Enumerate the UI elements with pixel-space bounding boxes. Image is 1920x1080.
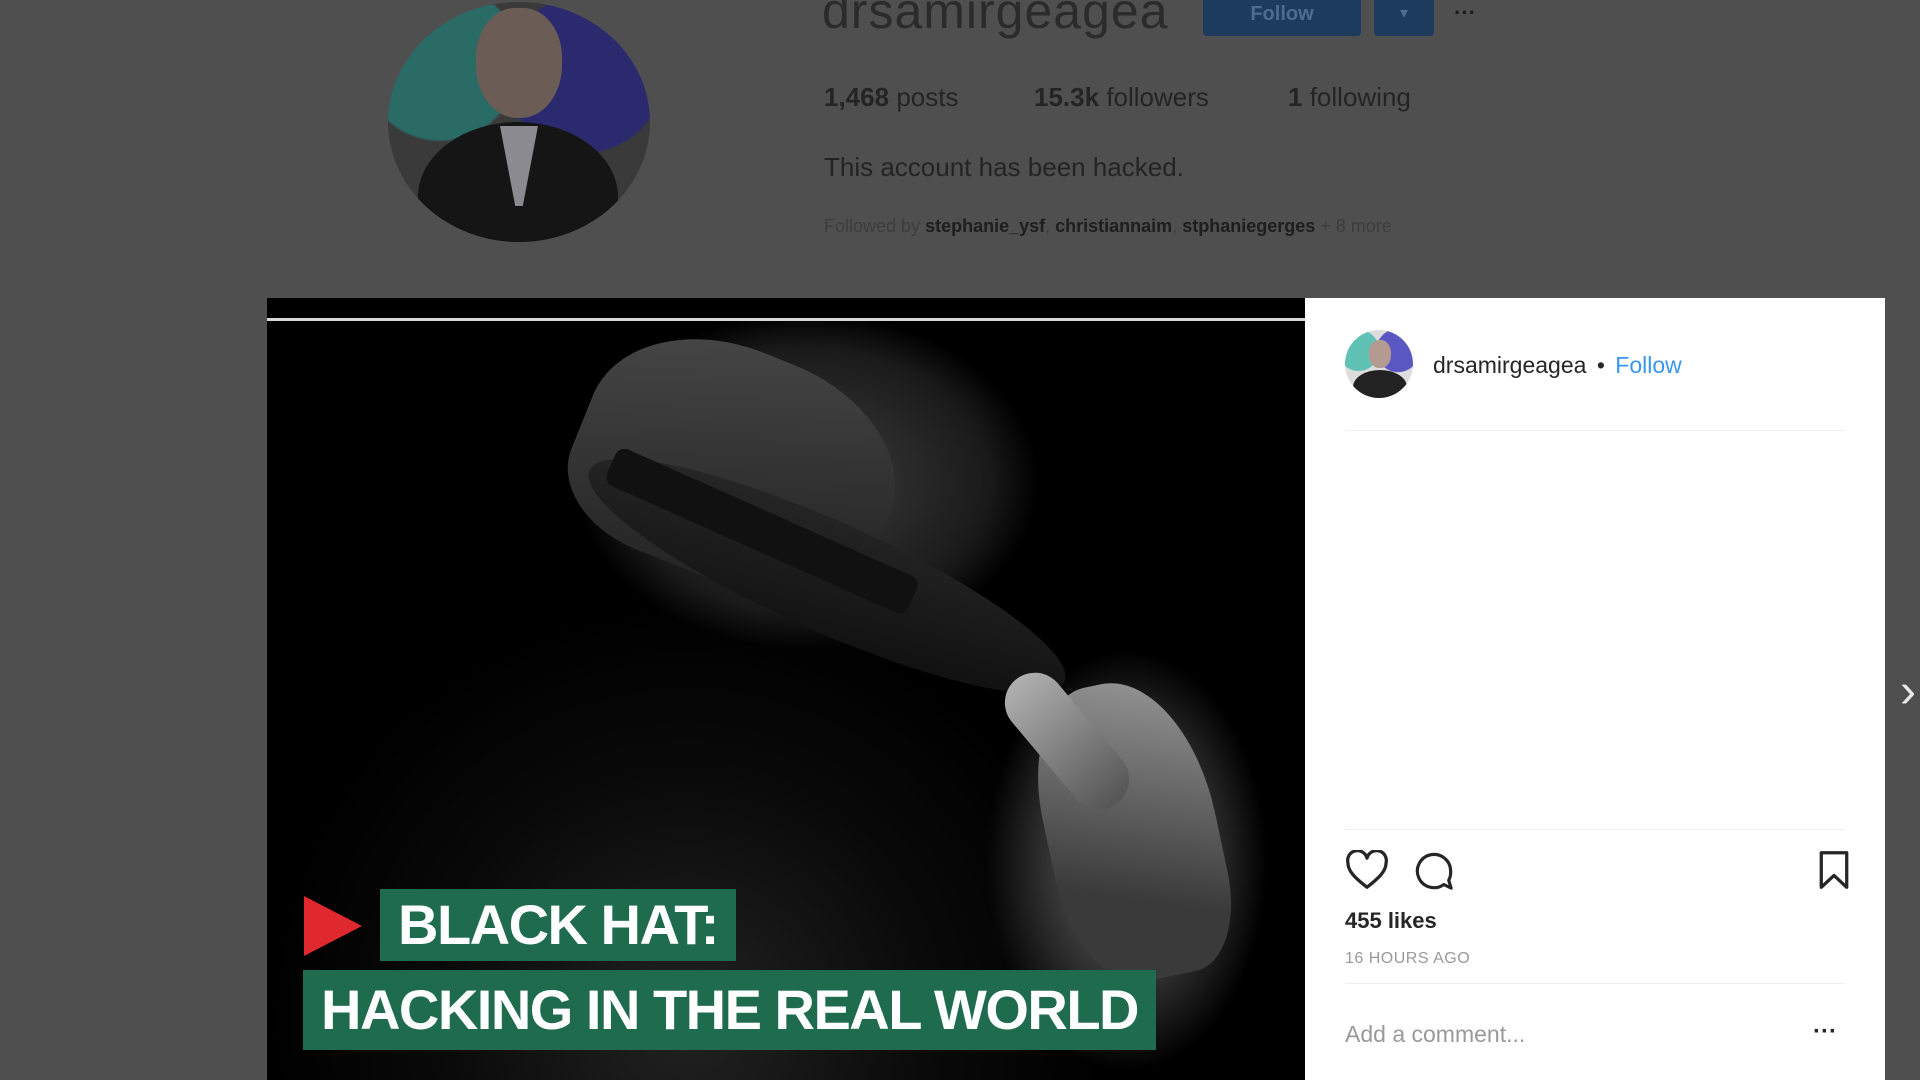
profile-bio: This account has been hacked. xyxy=(824,152,1184,182)
post-follow-link[interactable]: Follow xyxy=(1615,352,1681,378)
play-icon xyxy=(304,896,362,956)
post-image xyxy=(267,299,1305,1080)
post-modal: BLACK HAT: HACKING IN THE REAL WORLD drs… xyxy=(267,298,1885,1080)
posts-count: 1,468 posts xyxy=(824,82,958,113)
followers-count[interactable]: 15.3k followers xyxy=(1034,82,1209,113)
posts-number: 1,468 xyxy=(824,82,890,112)
post-author-avatar[interactable] xyxy=(1345,330,1413,398)
post-timestamp[interactable]: 16 HOURS AGO xyxy=(1345,950,1470,968)
banner-title-line1: BLACK HAT: xyxy=(380,889,736,961)
profile-follow-button[interactable]: Follow xyxy=(1203,0,1361,36)
posts-label: posts xyxy=(896,82,959,112)
post-more-options-icon[interactable]: ··· xyxy=(1813,1018,1837,1046)
add-comment-input[interactable] xyxy=(1345,1014,1765,1054)
profile-username: drsamirgeagea xyxy=(822,0,1169,39)
followed-by-user[interactable]: stphaniegerges xyxy=(1182,216,1315,236)
followed-by-prefix: Followed by xyxy=(824,216,921,236)
post-author-line: drsamirgeagea • Follow xyxy=(1433,352,1682,379)
followers-number: 15.3k xyxy=(1034,82,1100,112)
small-avatar-head xyxy=(1369,340,1391,368)
profile-avatar[interactable] xyxy=(388,2,650,242)
chevron-right-icon[interactable]: › xyxy=(1900,668,1916,716)
followed-by-user[interactable]: christiannaim xyxy=(1055,216,1172,236)
separator-dot: • xyxy=(1596,352,1605,378)
banner-title-line2: HACKING IN THE REAL WORLD xyxy=(303,970,1156,1050)
likes-count[interactable]: 455 likes xyxy=(1345,908,1437,934)
small-avatar-body xyxy=(1353,370,1407,398)
following-count[interactable]: 1 following xyxy=(1288,82,1411,113)
avatar-figure-head xyxy=(476,8,562,118)
profile-header: drsamirgeagea Follow ▾ ··· 1,468 posts 1… xyxy=(0,0,1920,300)
followed-by-user[interactable]: stephanie_ysf xyxy=(925,216,1045,236)
post-author-username[interactable]: drsamirgeagea xyxy=(1433,352,1586,378)
post-sidebar: drsamirgeagea • Follow 455 likes 16 HOUR… xyxy=(1305,298,1885,1080)
comment-divider xyxy=(1345,983,1845,984)
comment-icon[interactable] xyxy=(1413,850,1455,892)
header-divider xyxy=(1345,430,1845,431)
profile-more-options-icon[interactable]: ··· xyxy=(1454,0,1476,26)
followed-by-line: Followed by stephanie_ysf, christiannaim… xyxy=(824,216,1392,236)
followers-label: followers xyxy=(1106,82,1209,112)
post-media[interactable]: BLACK HAT: HACKING IN THE REAL WORLD xyxy=(267,298,1305,1080)
bookmark-icon[interactable] xyxy=(1817,850,1851,890)
actions-divider xyxy=(1345,829,1845,830)
heart-icon[interactable] xyxy=(1345,850,1389,890)
following-label: following xyxy=(1309,82,1411,112)
followed-by-more[interactable]: + 8 more xyxy=(1320,216,1392,236)
profile-suggestions-dropdown-button[interactable]: ▾ xyxy=(1374,0,1434,36)
following-number: 1 xyxy=(1288,82,1303,112)
